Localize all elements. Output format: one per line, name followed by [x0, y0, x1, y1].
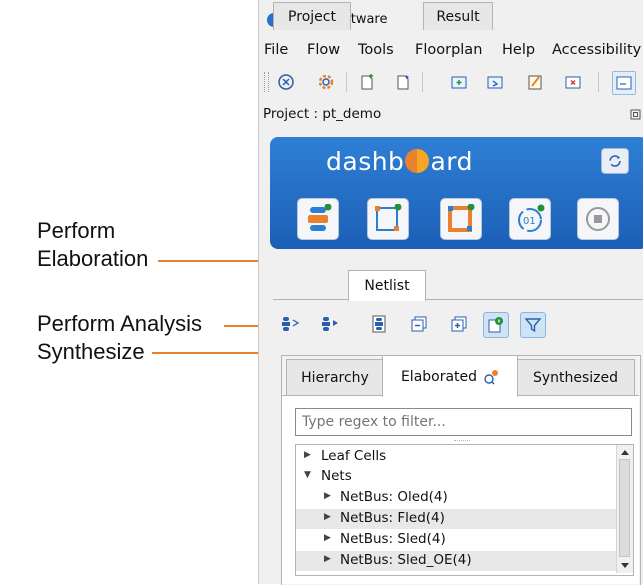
stop-icon	[586, 207, 610, 231]
menu-file[interactable]: File	[264, 42, 288, 58]
callout-perform-analysis: Perform Analysis	[37, 311, 203, 336]
tree-item-label: Leaf Cells	[321, 448, 387, 464]
netlist-toolbar	[273, 304, 643, 342]
info-icon[interactable]	[483, 312, 509, 338]
dashboard-panel: dashb ard 01	[270, 137, 643, 249]
subtab-synthesized[interactable]: Synthesized	[516, 359, 635, 396]
add-folder-icon[interactable]	[448, 71, 470, 93]
tree-scrollbar[interactable]	[616, 445, 633, 573]
remove-file-icon[interactable]	[562, 71, 584, 93]
tab-divider	[273, 299, 643, 300]
panel-float-icon[interactable]	[630, 108, 643, 120]
tree-item-netbus-sled[interactable]: ▶ NetBus: Sled(4)	[296, 530, 616, 550]
edit-file-icon[interactable]	[524, 71, 546, 93]
expand-arrow-icon[interactable]: ▶	[324, 491, 331, 501]
floorplan-icon	[375, 204, 402, 231]
expand-arrow-icon[interactable]: ▶	[324, 533, 331, 543]
place-route-icon	[448, 204, 475, 232]
dash-bitstream-button[interactable]: 01	[509, 198, 551, 240]
scroll-thumb[interactable]	[619, 459, 630, 557]
menu-floorplan[interactable]: Floorplan	[415, 42, 482, 58]
scroll-down-icon[interactable]	[621, 563, 629, 568]
splitter-handle[interactable]	[454, 440, 470, 443]
elaborated-status-icon	[484, 369, 499, 385]
tab-netlist[interactable]: Netlist	[348, 270, 426, 301]
svg-text:01: 01	[523, 216, 536, 227]
subtab-hierarchy[interactable]: Hierarchy	[286, 359, 384, 396]
tree-item-label: NetBus: Fled(4)	[340, 510, 445, 526]
netlist-tree[interactable]: ▶ Leaf Cells ▼ Nets ▶ NetBus: Oled(4) ▶ …	[295, 444, 634, 576]
perform-elaboration-icon[interactable]	[279, 312, 303, 336]
tree-item-label: Nets	[321, 468, 352, 484]
subtab-elaborated[interactable]: Elaborated	[382, 355, 518, 397]
dash-place-route-button[interactable]	[440, 198, 482, 240]
subtab-elaborated-label: Elaborated	[400, 368, 478, 385]
settings-gear-icon[interactable]	[315, 71, 337, 93]
menu-flow[interactable]: Flow	[307, 42, 340, 58]
collapse-all-icon[interactable]	[407, 312, 431, 336]
dashboard-logo-icon	[405, 149, 430, 173]
scroll-up-icon[interactable]	[621, 450, 629, 455]
filter-icon[interactable]	[520, 312, 546, 338]
tree-item-netbus-sled-oe[interactable]: ▶ NetBus: Sled_OE(4)	[296, 551, 616, 571]
main-toolbar	[259, 66, 643, 98]
new-file-icon[interactable]	[356, 71, 378, 93]
expand-arrow-icon[interactable]: ▶	[324, 554, 331, 564]
collapse-arrow-icon[interactable]: ▼	[304, 470, 311, 480]
tree-item-netbus-fled[interactable]: ▶ NetBus: Fled(4)	[296, 509, 616, 529]
dashboard-title-left: dashb	[326, 147, 405, 176]
synthesize-icon	[308, 204, 332, 231]
perform-analysis-icon[interactable]	[319, 312, 343, 336]
menu-tools[interactable]: Tools	[358, 42, 394, 58]
menu-bar: File Flow Tools Floorplan Help Accessibi…	[259, 38, 643, 64]
open-file-icon[interactable]	[392, 71, 414, 93]
dashboard-refresh-button[interactable]	[601, 148, 629, 174]
callout-elaboration: Elaboration	[37, 246, 149, 271]
tree-item-leaf-cells[interactable]: ▶ Leaf Cells	[296, 447, 616, 467]
close-circle-icon[interactable]	[275, 71, 297, 93]
filter-input[interactable]	[295, 408, 632, 436]
callout-synthesize: Synthesize	[37, 339, 145, 364]
efinity-window: Efinity Software File Flow Tools Floorpl…	[258, 0, 643, 585]
expand-all-icon[interactable]	[447, 312, 471, 336]
dash-synthesize-button[interactable]	[297, 198, 339, 240]
tab-project[interactable]: Project	[273, 2, 351, 30]
console-icon[interactable]	[612, 71, 636, 95]
tab-result[interactable]: Result	[423, 2, 493, 30]
synthesize-icon[interactable]	[367, 312, 391, 336]
dashboard-title: dashb ard	[326, 147, 473, 176]
tree-item-label: NetBus: Sled_OE(4)	[340, 552, 472, 568]
tree-item-netbus-oled[interactable]: ▶ NetBus: Oled(4)	[296, 488, 616, 508]
menu-accessibility[interactable]: Accessibility	[552, 42, 641, 58]
menu-help[interactable]: Help	[502, 42, 535, 58]
expand-arrow-icon[interactable]: ▶	[304, 450, 311, 460]
callout-perform: Perform	[37, 218, 116, 243]
expand-arrow-icon[interactable]: ▶	[324, 512, 331, 522]
dashboard-title-right: ard	[430, 147, 473, 176]
project-label: Project : pt_demo	[263, 106, 382, 122]
dash-floorplan-button[interactable]	[367, 198, 409, 240]
tree-item-label: NetBus: Sled(4)	[340, 531, 446, 547]
import-folder-icon[interactable]	[484, 71, 506, 93]
tree-item-nets[interactable]: ▼ Nets	[296, 467, 616, 487]
bitstream-icon: 01	[518, 204, 545, 232]
dash-stop-button[interactable]	[577, 198, 619, 240]
toolbar-grip[interactable]	[264, 72, 269, 92]
tree-item-label: NetBus: Oled(4)	[340, 489, 448, 505]
